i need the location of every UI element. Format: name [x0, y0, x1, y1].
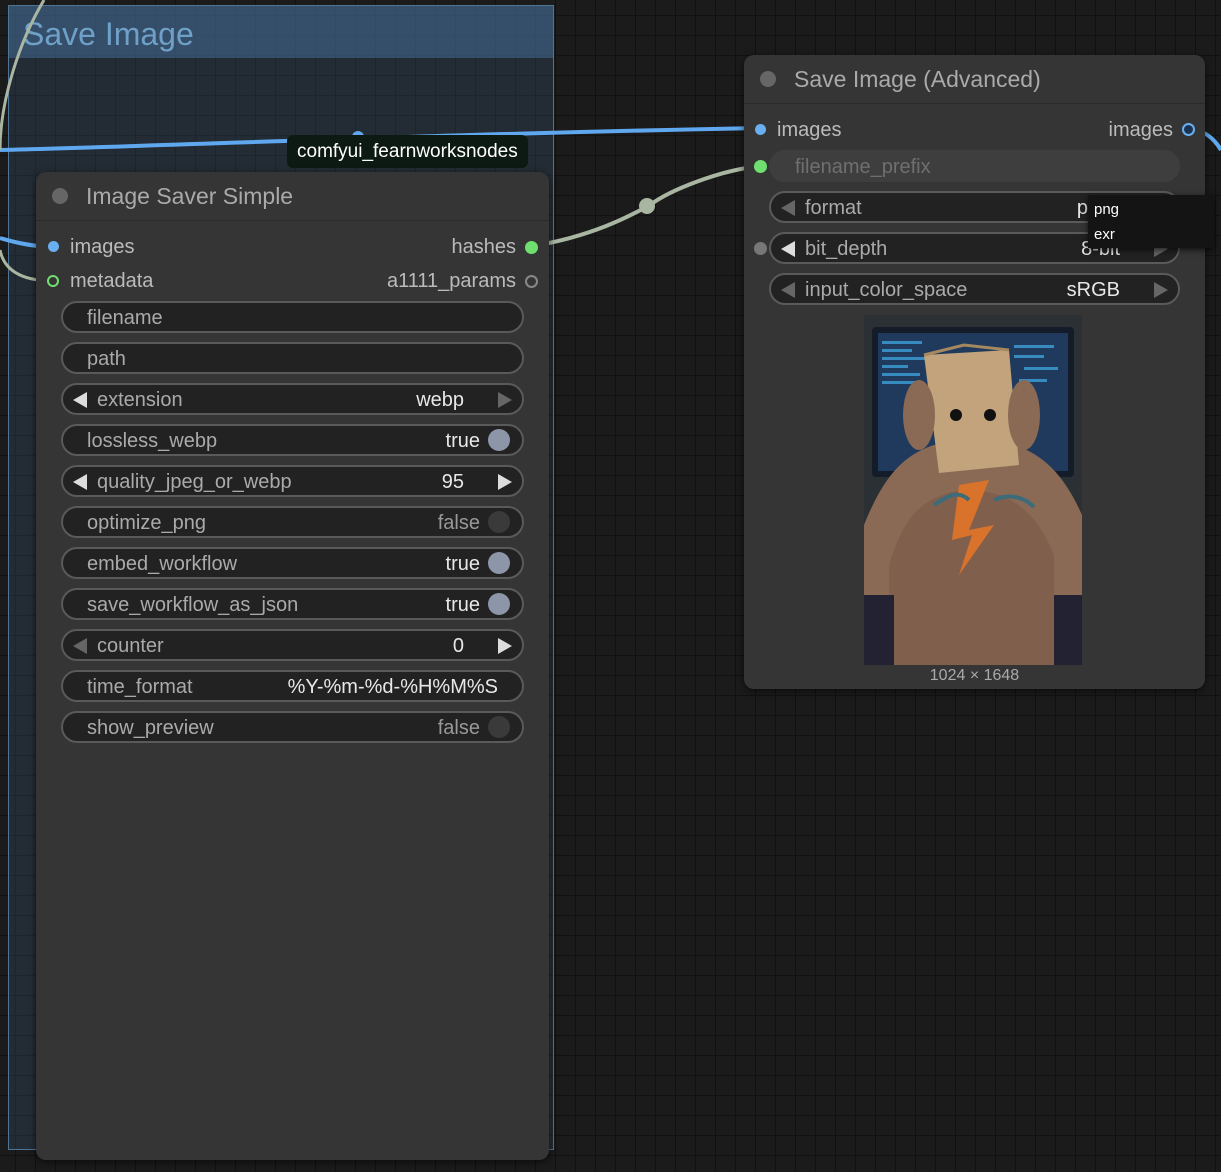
save-workflow-as-json-toggle[interactable]: save_workflow_as_json true [61, 588, 524, 620]
arrow-left-icon[interactable] [73, 474, 87, 490]
widget-label: format [805, 197, 862, 219]
toggle-knob[interactable] [488, 429, 510, 451]
widget-label: save_workflow_as_json [87, 594, 299, 616]
widget-label: path [87, 348, 126, 370]
widget-label: embed_workflow [87, 553, 238, 575]
wire-reroute-dot [639, 198, 655, 214]
node-pack-badge: comfyui_fearnworksnodes [287, 135, 528, 168]
show-preview-toggle[interactable]: show_preview false [61, 711, 524, 743]
arrow-right-icon[interactable] [498, 474, 512, 490]
arrow-right-icon[interactable] [498, 392, 512, 408]
toggle-knob[interactable] [488, 511, 510, 533]
arrow-right-icon[interactable] [498, 638, 512, 654]
save-image-advanced-node[interactable]: Save Image (Advanced) images images file… [744, 55, 1205, 689]
toggle-knob[interactable] [488, 716, 510, 738]
node-title: Save Image (Advanced) [794, 66, 1041, 92]
widget-value: webp [416, 389, 464, 411]
images-input-slot[interactable] [48, 241, 59, 252]
toggle-knob[interactable] [488, 552, 510, 574]
widget-value: true [445, 430, 480, 452]
images-output-slot[interactable] [1182, 123, 1195, 136]
widget-label: show_preview [87, 717, 214, 739]
a1111-params-output-label: a1111_params [387, 270, 516, 292]
widget-label: bit_depth [805, 238, 888, 260]
extension-combo[interactable]: extension webp [61, 383, 524, 415]
collapse-dot[interactable] [760, 71, 776, 87]
widget-label: counter [97, 635, 164, 657]
images-input-label: images [70, 236, 135, 258]
node-header[interactable]: Image Saver Simple [36, 172, 549, 221]
hashes-output-slot[interactable] [525, 241, 538, 254]
metadata-input-slot[interactable] [47, 275, 59, 287]
arrow-left-icon[interactable] [781, 200, 795, 216]
preview-dimensions: 1024 × 1648 [929, 667, 1020, 684]
arrow-left-icon[interactable] [781, 282, 795, 298]
images-output-label: images [1108, 119, 1173, 141]
widget-label: input_color_space [805, 279, 968, 301]
node-header[interactable]: Save Image (Advanced) [744, 55, 1205, 104]
a1111-params-output-slot[interactable] [525, 275, 538, 288]
arrow-right-icon[interactable] [1154, 282, 1168, 298]
input-color-space-combo[interactable]: input_color_space sRGB [769, 273, 1180, 305]
widget-value: sRGB [1066, 279, 1120, 301]
path-field[interactable]: path [61, 342, 524, 374]
image-saver-simple-node[interactable]: Image Saver Simple images metadata hashe… [36, 172, 549, 1160]
node-title: Image Saver Simple [86, 183, 294, 209]
optimize-png-toggle[interactable]: optimize_png false [61, 506, 524, 538]
images-input-label: images [777, 119, 842, 141]
counter-number[interactable]: counter 0 [61, 629, 524, 661]
metadata-input-label: metadata [70, 270, 154, 292]
time-format-field[interactable]: time_format %Y-%m-%d-%H%M%S [61, 670, 524, 702]
filename-prefix-field[interactable]: filename_prefix [769, 150, 1180, 182]
lossless-webp-toggle[interactable]: lossless_webp true [61, 424, 524, 456]
wire-group-left-curve [0, 0, 46, 151]
collapse-dot[interactable] [52, 188, 68, 204]
hashes-output-label: hashes [451, 236, 517, 258]
widget-value: %Y-%m-%d-%H%M%S [287, 676, 498, 698]
widget-label: time_format [87, 676, 193, 698]
widget-value: p [1076, 197, 1088, 219]
widget-label: quality_jpeg_or_webp [97, 471, 292, 493]
preview-image [864, 315, 1082, 665]
widget-label: lossless_webp [87, 430, 218, 452]
dropdown-option-png[interactable]: png [1094, 201, 1119, 218]
quality-number[interactable]: quality_jpeg_or_webp 95 [61, 465, 524, 497]
widget-value: 95 [441, 471, 464, 493]
arrow-left-icon[interactable] [73, 638, 87, 654]
widget-value: 0 [452, 635, 464, 657]
embed-workflow-toggle[interactable]: embed_workflow true [61, 547, 524, 579]
images-input-slot[interactable] [755, 124, 766, 135]
widget-value: false [437, 717, 480, 739]
filename-prefix-input-slot[interactable] [754, 160, 767, 173]
arrow-left-icon[interactable] [781, 241, 795, 257]
image-preview[interactable] [864, 315, 1082, 665]
widget-value: false [437, 512, 480, 534]
toggle-knob[interactable] [488, 593, 510, 615]
bit-depth-input-slot[interactable] [754, 242, 767, 255]
dropdown-option-exr[interactable]: exr [1094, 226, 1115, 243]
widget-label: filename [87, 307, 163, 329]
widget-value: true [445, 594, 480, 616]
format-dropdown-menu[interactable]: png exr [1088, 195, 1214, 248]
widget-label: filename_prefix [795, 156, 931, 178]
widget-label: extension [97, 389, 183, 411]
arrow-left-icon[interactable] [73, 392, 87, 408]
widget-value: true [445, 553, 480, 575]
filename-field[interactable]: filename [61, 301, 524, 333]
widget-label: optimize_png [87, 512, 206, 534]
